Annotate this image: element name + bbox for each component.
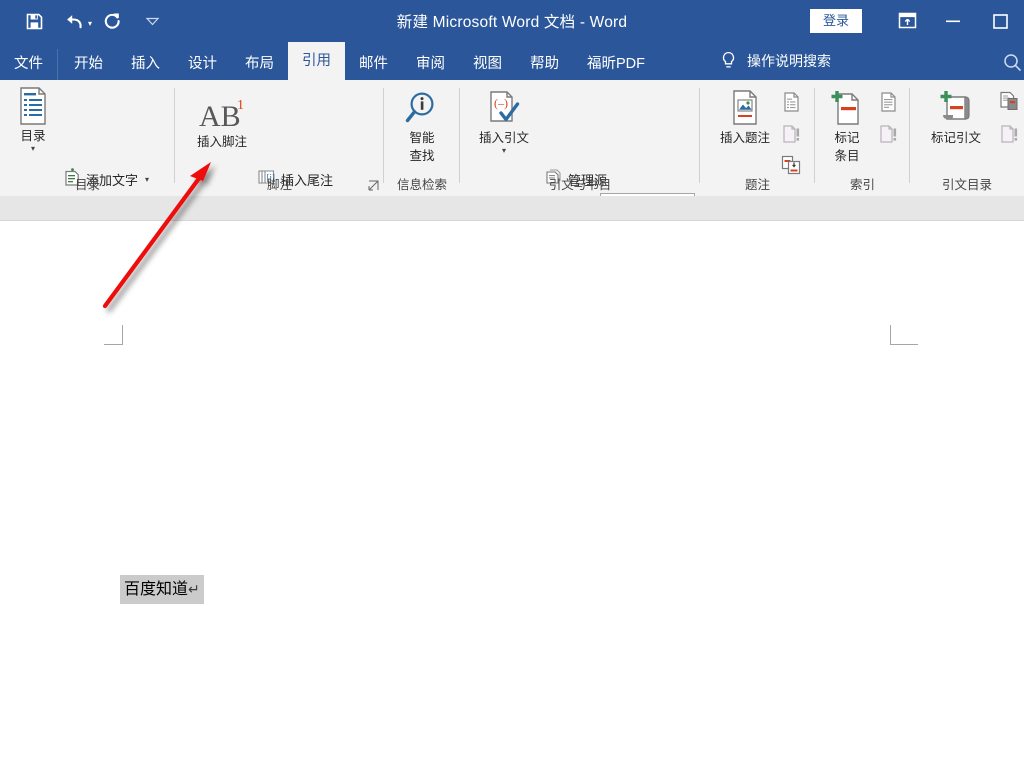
insert-citation-icon: (–)	[484, 88, 524, 128]
customize-quick-access-icon[interactable]	[132, 6, 172, 36]
tab-view[interactable]: 视图	[459, 49, 516, 80]
margin-marker-top-left	[104, 325, 124, 345]
mark-entry-icon	[829, 88, 865, 128]
ribbon-group-citations: (–) 插入引文 ▾ 管理源 引文与书目	[460, 80, 700, 246]
mark-citation-label: 标记引文	[930, 131, 981, 145]
tab-home[interactable]: 开始	[60, 49, 117, 80]
update-index-icon	[877, 122, 901, 152]
ribbon: 目录 ▾ 添加文字 ▾ 目录 AB 1 插入脚注 [i] 插入尾注 脚注 智能 …	[0, 80, 1024, 246]
insert-footnote-icon: AB 1	[194, 92, 250, 132]
tab-layout[interactable]: 布局	[231, 49, 288, 80]
chevron-down-icon[interactable]: ▾	[31, 145, 35, 153]
smart-lookup-button[interactable]: 智能 查找	[392, 88, 452, 164]
ribbon-group-authorities: 标记引文 引文目录	[910, 80, 1024, 196]
ribbon-group-toc: 目录 ▾ 添加文字 ▾ 目录	[0, 80, 175, 218]
insert-index-icon	[877, 90, 901, 120]
index-mini-buttons	[877, 90, 901, 152]
group-label-toc: 目录	[74, 178, 100, 192]
save-icon[interactable]	[14, 6, 54, 36]
table-of-contents-icon	[16, 86, 50, 126]
toc-button-label: 目录	[20, 129, 46, 143]
svg-text:1: 1	[237, 98, 244, 113]
ribbon-tab-strip: 文件 开始 插入 设计 布局 引用 邮件 审阅 视图 帮助 福昕PDF 操作说明…	[0, 42, 1024, 80]
authorities-mini-buttons	[998, 90, 1022, 152]
insert-citation-label: 插入引文	[478, 131, 529, 145]
tab-references[interactable]: 引用	[288, 42, 345, 80]
insert-citation-button[interactable]: (–) 插入引文 ▾	[470, 88, 538, 155]
tell-me-label: 操作说明搜索	[747, 53, 831, 69]
lightbulb-icon	[720, 51, 737, 71]
svg-text:AB: AB	[199, 100, 241, 132]
document-paragraph[interactable]: 百度知道↵	[120, 575, 204, 604]
group-label-footnotes: 脚注	[266, 178, 292, 192]
maximize-icon[interactable]	[976, 0, 1024, 42]
insert-caption-label: 插入题注	[719, 131, 770, 145]
selected-text: 百度知道	[124, 579, 189, 598]
mark-citation-button[interactable]: 标记引文	[922, 88, 990, 146]
caption-mini-buttons	[780, 90, 804, 184]
smart-lookup-label-line1: 智能	[409, 131, 435, 145]
insert-table-of-authorities-icon[interactable]	[998, 90, 1022, 120]
word-window: ▾ 新建 Microsoft Word 文档 - Word 登录 文件 开始 插…	[0, 0, 1024, 768]
ribbon-display-options-icon[interactable]	[884, 0, 930, 42]
tell-me-search[interactable]: 操作说明搜索	[720, 42, 831, 80]
paragraph-mark-icon: ↵	[188, 582, 200, 598]
update-table-icon	[780, 122, 804, 152]
update-table-icon	[998, 122, 1022, 152]
chevron-down-icon[interactable]: ▾	[502, 147, 506, 155]
tab-help[interactable]: 帮助	[516, 49, 573, 80]
insert-footnote-button[interactable]: AB 1 插入脚注	[184, 92, 260, 150]
smart-lookup-icon	[404, 88, 440, 128]
quick-access-toolbar: ▾	[14, 0, 172, 42]
toc-button[interactable]: 目录 ▾	[10, 86, 56, 153]
insert-caption-button[interactable]: 插入题注	[708, 88, 782, 146]
minimize-icon[interactable]	[930, 0, 976, 42]
group-label-research: 信息检索	[396, 178, 447, 192]
sign-in-button[interactable]: 登录	[809, 9, 862, 33]
group-label-citations: 引文与书目	[548, 178, 612, 192]
ruler-band[interactable]	[0, 196, 1024, 221]
ribbon-group-research: 智能 查找 信息检索	[384, 80, 460, 196]
mark-entry-label-line2: 条目	[834, 149, 860, 163]
share-icon[interactable]	[1002, 53, 1022, 77]
mark-entry-button[interactable]: 标记 条目	[822, 88, 872, 164]
ribbon-group-index: 标记 条目 索引	[815, 80, 910, 196]
redo-icon[interactable]	[92, 6, 132, 36]
insert-table-of-figures-icon	[780, 90, 804, 120]
group-label-index: 索引	[849, 178, 875, 192]
tab-insert[interactable]: 插入	[117, 49, 174, 80]
insert-footnote-label: 插入脚注	[196, 135, 247, 149]
tab-file[interactable]: 文件	[0, 49, 58, 80]
tab-review[interactable]: 审阅	[402, 49, 459, 80]
window-controls: 登录	[809, 0, 1024, 42]
tab-design[interactable]: 设计	[174, 49, 231, 80]
group-label-authorities: 引文目录	[941, 178, 992, 192]
group-label-captions: 题注	[744, 178, 770, 192]
margin-marker-top-right	[890, 325, 918, 345]
document-canvas[interactable]: 百度知道↵	[0, 221, 1024, 768]
ribbon-group-captions: 插入题注 题注	[700, 80, 815, 196]
insert-caption-icon	[728, 88, 762, 128]
mark-entry-label-line1: 标记	[834, 131, 860, 145]
title-bar: ▾ 新建 Microsoft Word 文档 - Word 登录	[0, 0, 1024, 42]
svg-text:(–): (–)	[494, 96, 508, 110]
smart-lookup-label-line2: 查找	[409, 149, 435, 163]
ribbon-group-footnotes: AB 1 插入脚注 [i] 插入尾注 脚注	[175, 80, 384, 246]
tab-mailings[interactable]: 邮件	[345, 49, 402, 80]
tab-foxit-pdf[interactable]: 福昕PDF	[573, 49, 659, 80]
mark-citation-icon	[935, 88, 977, 128]
